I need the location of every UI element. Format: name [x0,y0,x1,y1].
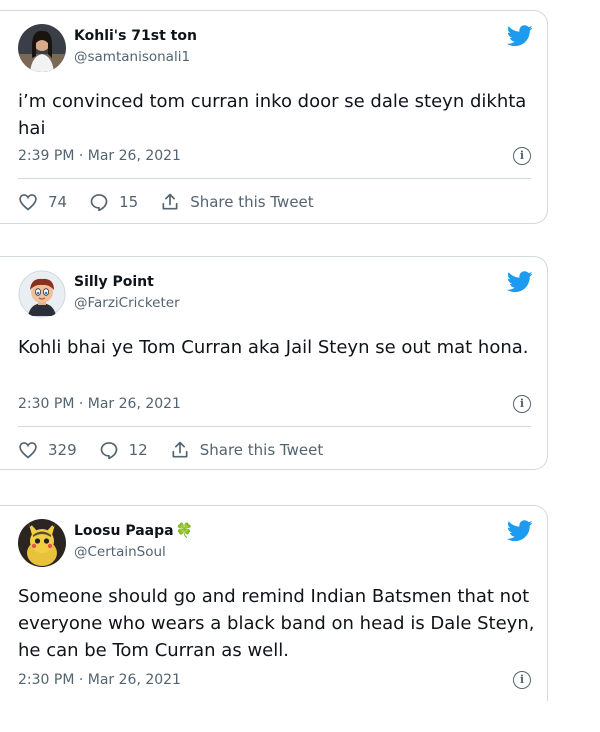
display-name[interactable]: Loosu Paapa 🍀 [74,523,193,539]
share-icon [162,193,178,210]
reply-count: 15 [119,193,139,211]
avatar[interactable] [18,24,66,72]
info-icon[interactable]: i [513,147,531,165]
action-bar: 329 12 Share this Tweet [18,440,345,460]
user-handle[interactable]: @FarziCricketer [74,295,180,311]
twitter-bird-icon[interactable] [507,520,533,542]
display-name-text: Loosu Paapa [74,523,174,539]
tweet-text: Kohli bhai ye Tom Curran aka Jail Steyn … [18,337,529,358]
tweet-card-1[interactable]: Kohli's 71st ton @samtanisonali1 i’m con… [0,10,548,224]
avatar[interactable] [18,270,66,318]
like-button[interactable]: 329 [18,440,77,460]
heart-icon [19,442,37,459]
share-icon [172,441,188,458]
like-button[interactable]: 74 [18,192,67,212]
twitter-bird-icon[interactable] [507,25,533,47]
timestamp[interactable]: 2:30 PM · Mar 26, 2021 [18,672,181,688]
user-handle[interactable]: @samtanisonali1 [74,49,190,65]
reply-icon [100,442,117,460]
timestamp[interactable]: 2:39 PM · Mar 26, 2021 [18,148,181,164]
avatar[interactable] [18,519,66,567]
twitter-bird-icon[interactable] [507,271,533,293]
divider [18,426,531,427]
reply-count: 12 [128,441,148,459]
heart-icon [19,194,37,211]
share-label: Share this Tweet [190,193,314,211]
info-icon[interactable]: i [513,671,531,689]
action-bar: 74 15 Share this Tweet [18,192,336,212]
reply-icon [90,194,108,212]
divider [18,178,531,179]
timestamp[interactable]: 2:30 PM · Mar 26, 2021 [18,396,181,412]
share-label: Share this Tweet [199,441,324,459]
tweet-text: Someone should go and remind Indian Bats… [18,586,535,661]
display-name[interactable]: Kohli's 71st ton [74,28,197,44]
user-handle[interactable]: @CertainSoul [74,544,166,560]
share-button[interactable]: Share this Tweet [160,192,314,212]
reply-button[interactable]: 15 [89,192,138,212]
clover-icon: 🍀 [175,523,194,539]
like-count: 329 [48,441,77,459]
tweet-text: i’m convinced tom curran inko door se da… [18,91,527,139]
info-icon[interactable]: i [513,395,531,413]
like-count: 74 [48,193,68,211]
reply-button[interactable]: 12 [99,440,148,460]
share-button[interactable]: Share this Tweet [170,440,323,460]
display-name[interactable]: Silly Point [74,274,154,290]
tweet-card-2[interactable]: Silly Point @FarziCricketer Kohli bhai y… [0,256,548,470]
tweet-card-3[interactable]: Loosu Paapa 🍀 @CertainSoul Someone should… [0,505,548,701]
